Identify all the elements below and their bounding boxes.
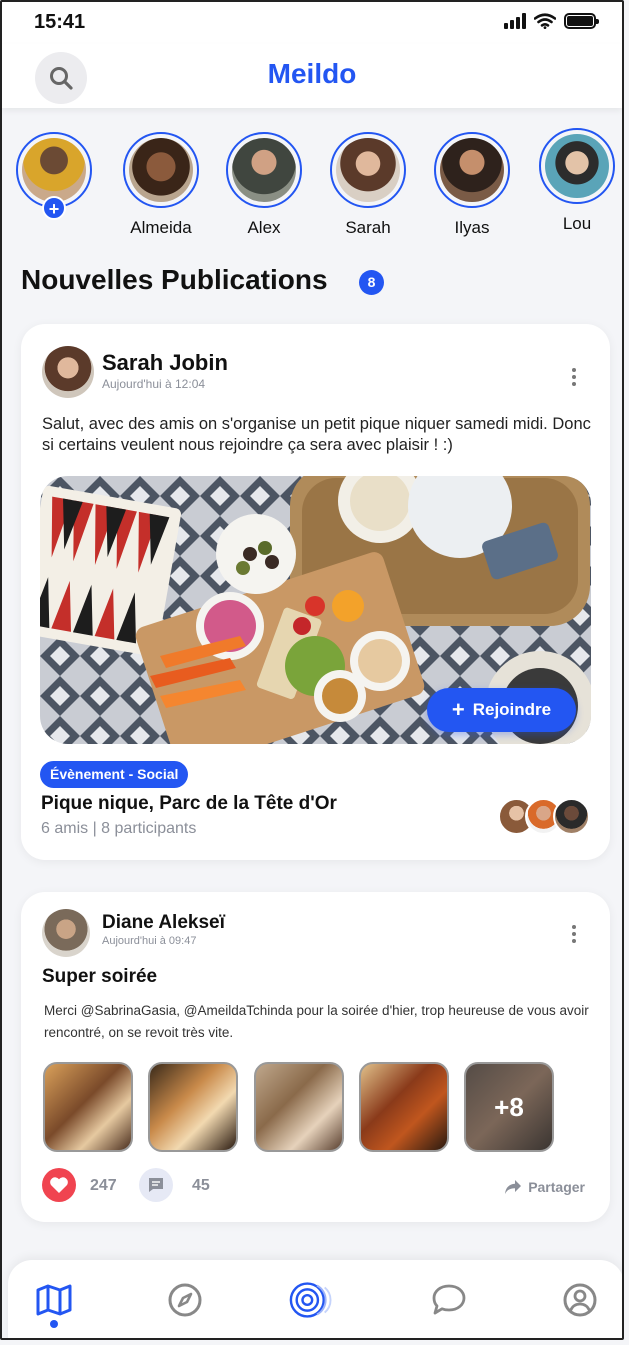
story-ring [123, 132, 199, 208]
nav-map[interactable] [34, 1280, 74, 1320]
active-tab-indicator [50, 1320, 58, 1328]
event-participants-summary: 6 amis | 8 participants [41, 820, 197, 837]
post-text: Merci @SabrinaGasia, @AmeildaTchinda pou… [44, 1003, 589, 1040]
participants-avatars[interactable] [498, 798, 590, 836]
photo-thumbnail[interactable] [148, 1062, 238, 1152]
phone-screen: 15:41 Meildo + Almeida Alex Sarah Ilyas … [0, 0, 624, 1340]
story-ring: + [16, 132, 92, 220]
add-story-button[interactable]: + [42, 196, 66, 220]
story-ring [434, 132, 510, 208]
story-name: Lou [562, 214, 592, 233]
plus-icon: + [451, 697, 465, 722]
event-type-badge: Évènement - Social [40, 761, 189, 788]
avatar [440, 138, 504, 202]
post-text: Salut, avec des amis on s'organise un pe… [42, 415, 591, 454]
more-photos-count: +8 [466, 1064, 552, 1150]
signal-icon [504, 13, 526, 29]
post-card: Diane Alekseï Aujourd'hui à 09:47 Super … [21, 892, 610, 1222]
story-my[interactable]: + [9, 132, 99, 220]
share-label: Partager [528, 1179, 585, 1195]
post-time: Aujourd'hui à 12:04 [102, 377, 206, 391]
comment-button[interactable] [139, 1168, 173, 1202]
nav-radar[interactable] [288, 1280, 344, 1320]
story-lou[interactable]: Lou [532, 128, 622, 234]
story-name: Alex [247, 218, 281, 237]
story-ilyas[interactable]: Ilyas [427, 132, 517, 238]
story-name: Ilyas [454, 218, 490, 237]
join-button[interactable]: + Rejoindre [427, 688, 576, 732]
photo-thumbnail[interactable] [43, 1062, 133, 1152]
nav-profile[interactable] [560, 1280, 600, 1320]
photo-thumbnail[interactable] [359, 1062, 449, 1152]
story-sarah[interactable]: Sarah [323, 132, 413, 238]
status-icons [504, 13, 599, 29]
wifi-icon [534, 13, 556, 29]
avatar [129, 138, 193, 202]
comment-count: 45 [192, 1177, 210, 1194]
profile-icon [563, 1283, 597, 1317]
avatar [553, 798, 590, 835]
share-icon [505, 1180, 522, 1194]
photo-thumbnail[interactable] [254, 1062, 344, 1152]
chat-icon [432, 1284, 466, 1315]
story-ring [539, 128, 615, 204]
avatar [545, 134, 609, 198]
avatar [22, 138, 86, 202]
bottom-navigation [8, 1260, 622, 1338]
feed-count-badge: 8 [359, 270, 384, 295]
status-time: 15:41 [34, 11, 86, 33]
author-name[interactable]: Sarah Jobin [102, 350, 228, 376]
comment-icon [149, 1178, 163, 1192]
photo-thumbnail-more[interactable]: +8 [464, 1062, 554, 1152]
app-title: Meildo [267, 58, 357, 89]
like-button[interactable] [42, 1168, 76, 1202]
post-time: Aujourd'hui à 09:47 [102, 935, 197, 947]
story-name: Sarah [345, 218, 391, 237]
author-avatar[interactable] [42, 909, 90, 957]
share-button[interactable]: Partager [504, 1179, 585, 1195]
post-title: Super soirée [42, 966, 158, 987]
photo-gallery: +8 [43, 1062, 563, 1152]
avatar [232, 138, 296, 202]
author-name[interactable]: Diane Alekseï [102, 912, 225, 934]
join-label: Rejoindre [472, 700, 552, 719]
radar-icon [289, 1282, 332, 1318]
battery-icon [564, 13, 599, 29]
post-card: Sarah Jobin Aujourd'hui à 12:04 Salut, a… [21, 324, 610, 860]
more-options-icon[interactable] [572, 925, 578, 943]
like-count: 247 [90, 1177, 117, 1194]
story-name: Almeida [130, 218, 192, 237]
event-title[interactable]: Pique nique, Parc de la Tête d'Or [41, 793, 337, 815]
heart-icon [50, 1177, 68, 1193]
story-ring [330, 132, 406, 208]
nav-explore[interactable] [165, 1280, 205, 1320]
story-alex[interactable]: Alex [219, 132, 309, 238]
status-bar: 15:41 [2, 2, 622, 44]
map-icon [36, 1284, 72, 1316]
author-avatar[interactable] [42, 346, 94, 398]
story-ring [226, 132, 302, 208]
story-almeida[interactable]: Almeida [116, 132, 206, 238]
app-header: Meildo [2, 44, 622, 108]
compass-icon [168, 1283, 202, 1317]
nav-messages[interactable] [429, 1280, 469, 1320]
stories-row: + Almeida Alex Sarah Ilyas Lou [2, 128, 622, 240]
more-options-icon[interactable] [572, 368, 578, 386]
avatar [336, 138, 400, 202]
feed-title: Nouvelles Publications [21, 264, 328, 295]
